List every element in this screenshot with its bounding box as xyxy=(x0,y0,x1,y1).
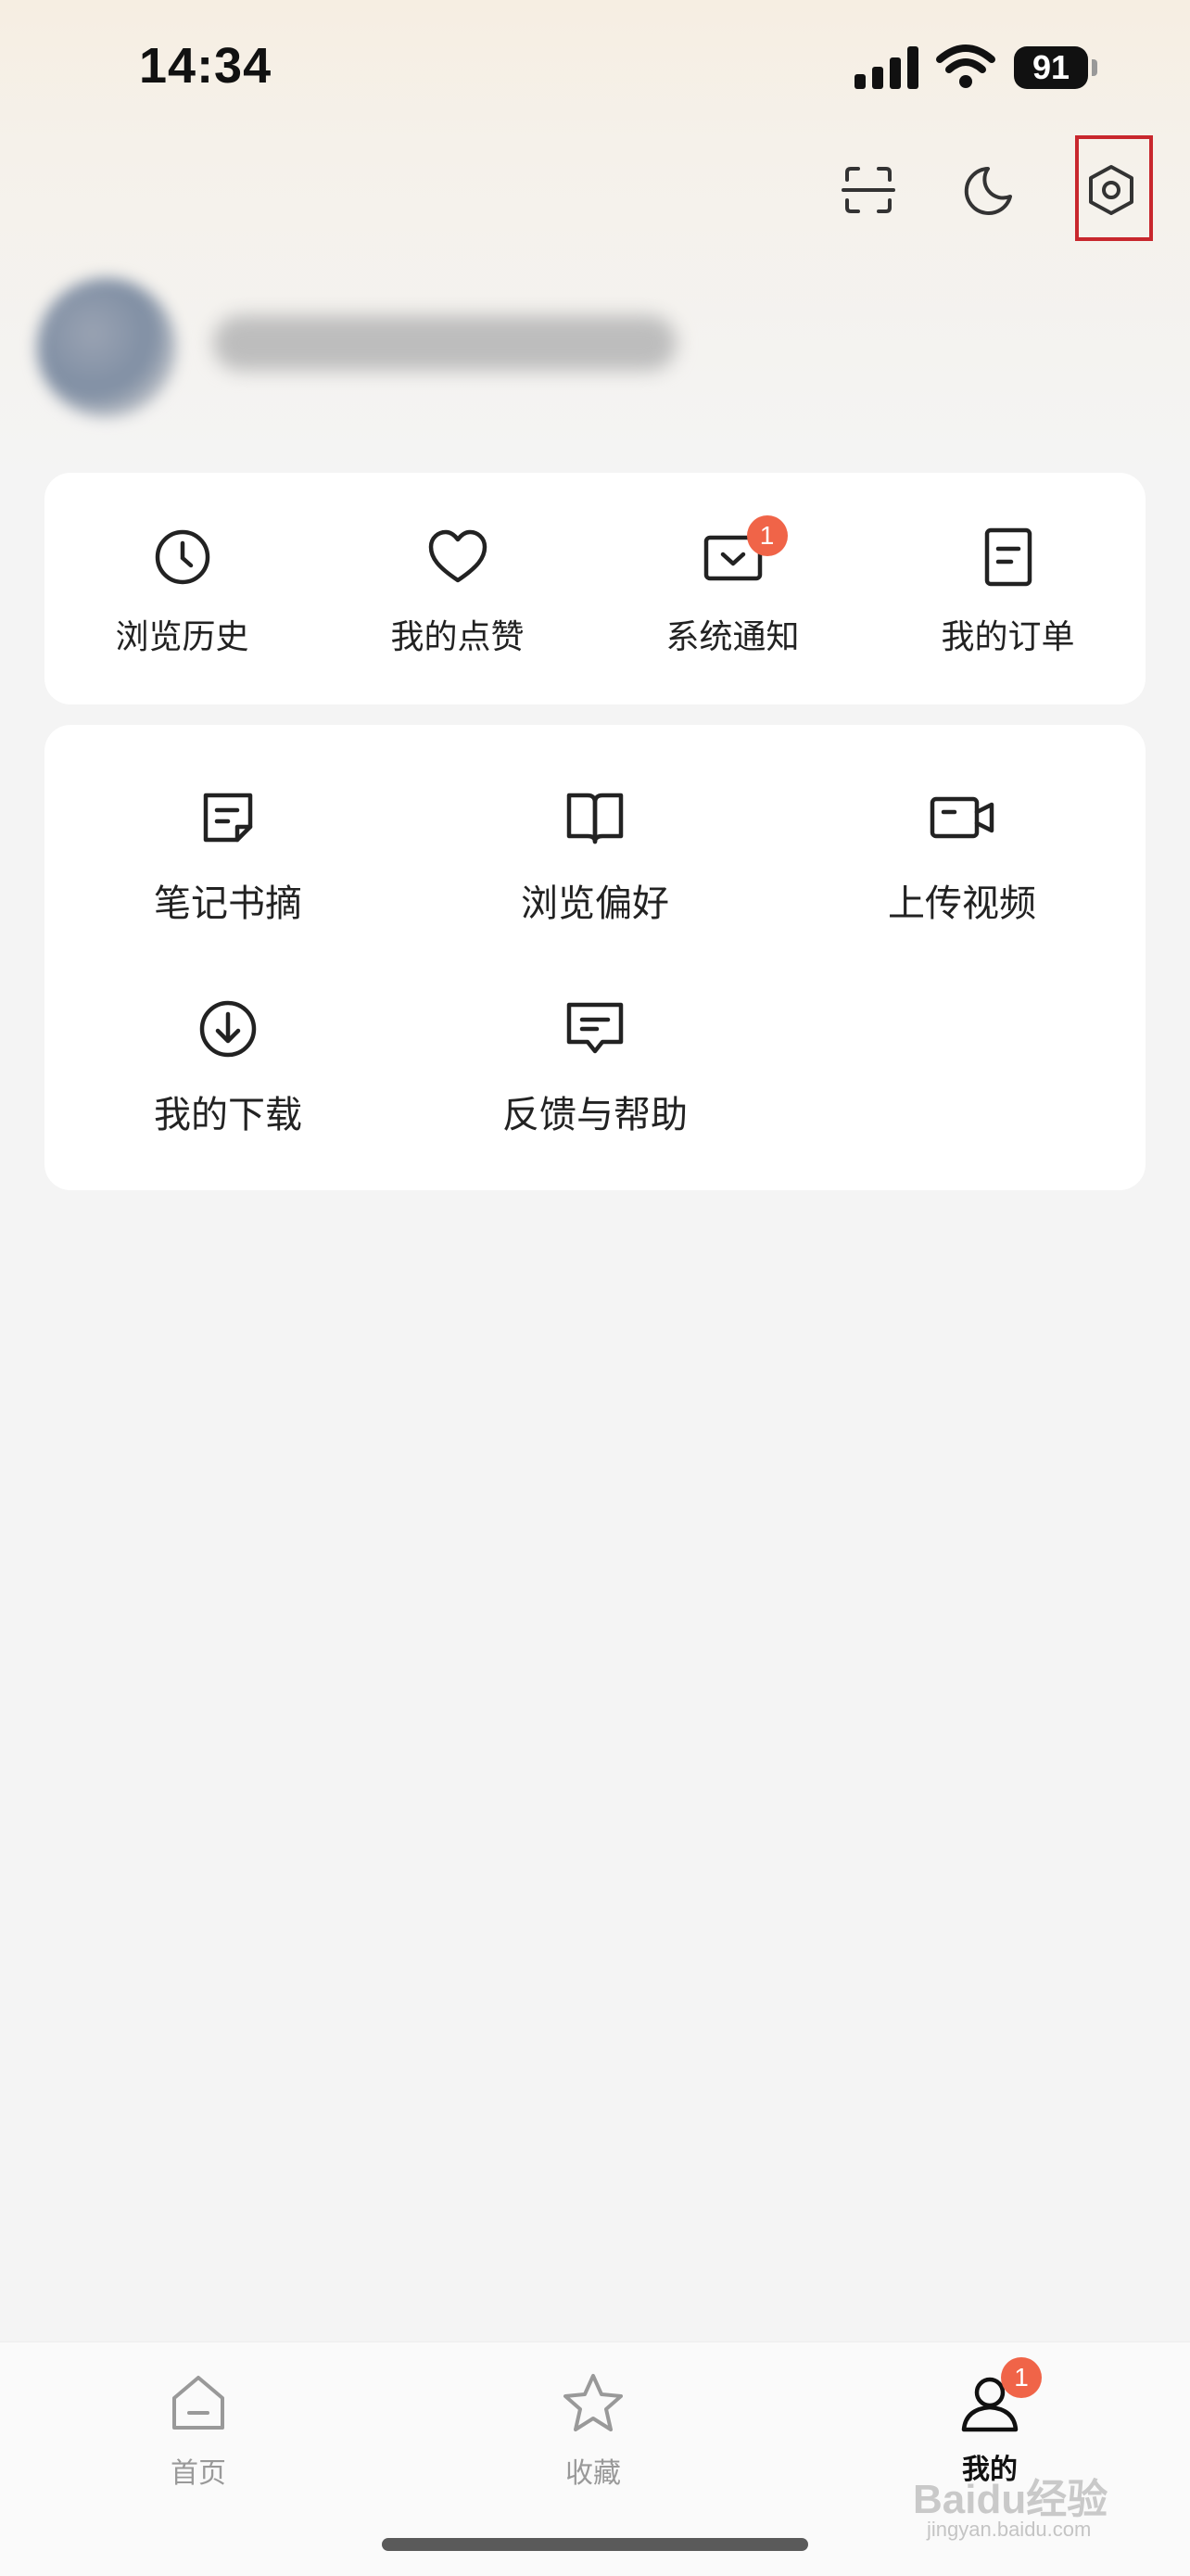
quick-link-history[interactable]: 浏览历史 xyxy=(44,523,320,658)
wifi-icon xyxy=(936,44,995,88)
home-indicator xyxy=(382,2538,808,2551)
home-icon xyxy=(172,2376,224,2430)
top-actions xyxy=(0,148,1190,241)
note-icon xyxy=(203,793,253,843)
quick-link-label: 我的订单 xyxy=(941,618,1075,656)
settings-highlight-box xyxy=(1075,135,1153,241)
clock-icon xyxy=(155,529,209,585)
scan-icon xyxy=(842,167,895,213)
quick-link-likes[interactable]: 我的点赞 xyxy=(320,523,595,658)
tab-label: 收藏 xyxy=(565,2457,621,2490)
tools-card: 笔记书摘 浏览偏好 上传视频 我的下载 反馈与帮助 xyxy=(44,725,1146,1190)
video-camera-icon xyxy=(930,796,994,839)
quick-link-notifications[interactable]: 1 系统通知 xyxy=(595,515,870,658)
quick-link-label: 我的点赞 xyxy=(390,618,525,656)
tab-me-badge: 1 xyxy=(1001,2357,1042,2398)
avatar[interactable] xyxy=(37,278,176,417)
document-icon xyxy=(984,527,1032,587)
dark-mode-button[interactable] xyxy=(947,148,1031,232)
tool-upload-video[interactable]: 上传视频 xyxy=(779,782,1146,927)
moon-icon xyxy=(964,167,1012,215)
watermark-url: jingyan.baidu.com xyxy=(927,2518,1092,2541)
user-profile[interactable] xyxy=(37,278,686,426)
notification-badge: 1 xyxy=(746,515,788,556)
tool-preferences[interactable]: 浏览偏好 xyxy=(411,782,779,927)
quick-link-label: 系统通知 xyxy=(665,618,800,656)
star-icon xyxy=(563,2374,623,2431)
username-blurred xyxy=(213,315,677,371)
heart-icon xyxy=(428,529,487,583)
tool-label: 反馈与帮助 xyxy=(502,1094,688,1136)
battery-indicator: 91 xyxy=(1014,46,1088,89)
quick-link-label: 浏览历史 xyxy=(115,618,249,656)
status-time: 14:34 xyxy=(139,38,272,94)
tool-label: 浏览偏好 xyxy=(521,882,669,925)
watermark: Baidu经验 xyxy=(913,2477,1108,2522)
tool-feedback-help[interactable]: 反馈与帮助 xyxy=(411,994,779,1138)
tool-label: 我的下载 xyxy=(154,1094,302,1136)
tab-home[interactable]: 首页 xyxy=(106,2370,291,2491)
download-icon xyxy=(199,1000,257,1058)
scan-button[interactable] xyxy=(827,148,910,232)
signal-icon xyxy=(855,46,918,89)
status-bar: 14:34 91 xyxy=(0,0,1190,139)
tab-favorites[interactable]: 收藏 xyxy=(500,2370,686,2491)
book-icon xyxy=(566,793,624,844)
tab-label: 首页 xyxy=(171,2457,226,2490)
feedback-icon xyxy=(566,1002,624,1054)
tool-downloads[interactable]: 我的下载 xyxy=(44,994,411,1138)
battery-tip xyxy=(1092,59,1097,76)
tool-notes[interactable]: 笔记书摘 xyxy=(44,782,411,927)
tool-label: 笔记书摘 xyxy=(154,882,302,925)
tool-label: 上传视频 xyxy=(888,882,1036,925)
quick-link-orders[interactable]: 我的订单 xyxy=(870,523,1146,658)
quick-links-card: 浏览历史 我的点赞 1 系统通知 我的订单 xyxy=(44,473,1146,704)
